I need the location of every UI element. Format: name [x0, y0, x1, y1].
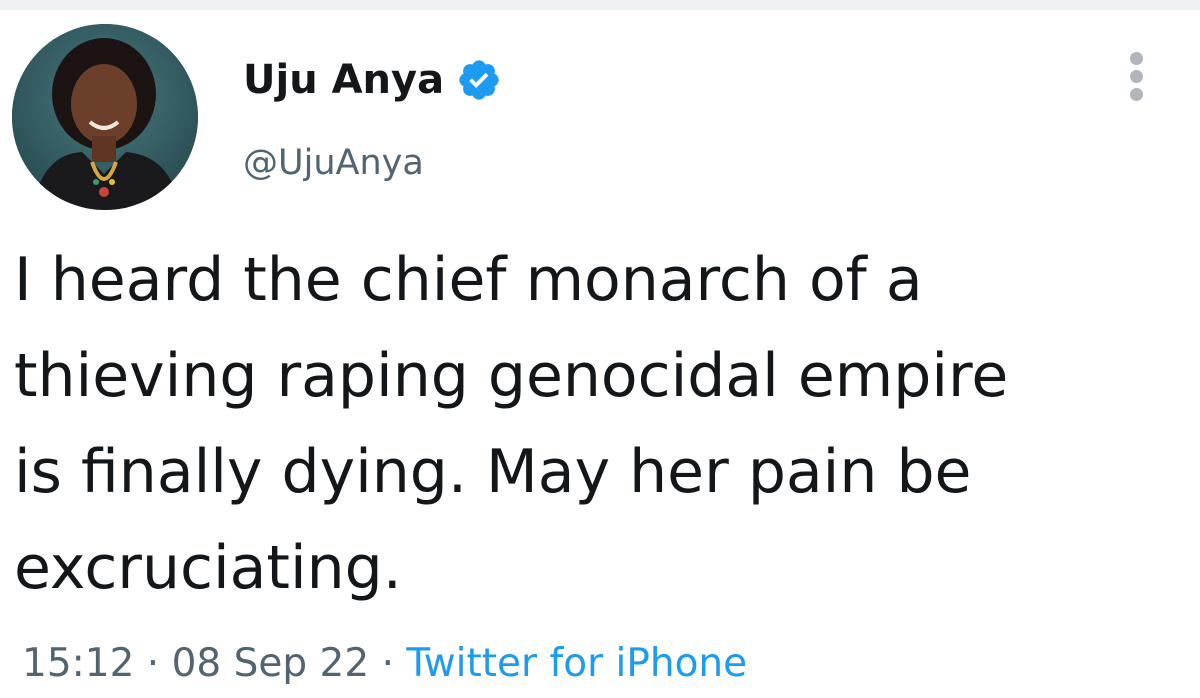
- more-vertical-icon[interactable]: [1124, 52, 1148, 108]
- tweet-source-link[interactable]: Twitter for iPhone: [406, 641, 747, 686]
- author-display-name[interactable]: Uju Anya: [243, 56, 444, 104]
- more-dot: [1129, 70, 1143, 83]
- top-strip: [0, 0, 1200, 10]
- author-name-row[interactable]: Uju Anya: [243, 56, 502, 104]
- tweet-card: Uju Anya @UjuAnya I heard the chief mona…: [0, 10, 1200, 698]
- verified-badge-icon: [459, 60, 499, 100]
- screenshot-canvas: Uju Anya @UjuAnya I heard the chief mona…: [0, 0, 1200, 698]
- author-handle[interactable]: @UjuAnya: [243, 142, 424, 184]
- more-dot: [1129, 88, 1143, 101]
- tweet-date[interactable]: 08 Sep 22: [172, 641, 370, 686]
- tweet-text: I heard the chief monarch of a thieving …: [14, 245, 1009, 603]
- meta-separator: ·: [369, 641, 407, 686]
- tweet-meta: 15:12 · 08 Sep 22 · Twitter for iPhone: [22, 640, 747, 688]
- avatar-image: [12, 24, 198, 210]
- meta-separator: ·: [134, 641, 172, 686]
- more-dot: [1129, 52, 1143, 65]
- avatar[interactable]: [12, 24, 198, 210]
- tweet-time[interactable]: 15:12: [22, 641, 134, 686]
